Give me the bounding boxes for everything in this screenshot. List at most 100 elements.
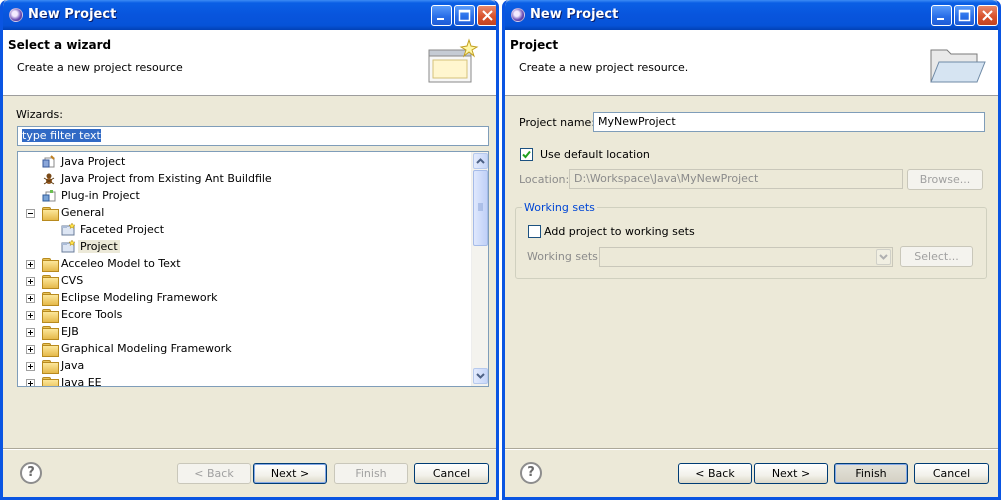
working-sets-combo[interactable] [599, 247, 893, 267]
folder-icon [42, 343, 59, 357]
ant-icon [43, 173, 55, 185]
tree-folder-emf[interactable]: Eclipse Modeling Framework [18, 290, 468, 307]
expand-icon[interactable] [26, 362, 35, 371]
expand-icon[interactable] [26, 311, 35, 320]
browse-button[interactable]: Browse... [907, 169, 983, 190]
tree-folder-java[interactable]: Java [18, 358, 468, 375]
maximize-button[interactable] [454, 5, 475, 26]
tree-folder-general[interactable]: General [18, 205, 468, 222]
next-button[interactable]: Next > [253, 463, 327, 484]
finish-button[interactable]: Finish [834, 463, 908, 484]
cancel-button[interactable]: Cancel [414, 463, 489, 484]
banner-title: Select a wizard [8, 38, 112, 52]
add-to-working-sets-label[interactable]: Add project to working sets [544, 225, 695, 238]
filter-input[interactable]: type filter text [17, 126, 489, 146]
wizards-label: Wizards: [16, 108, 63, 121]
chevron-down-icon [879, 254, 888, 260]
project-name-input[interactable]: MyNewProject [593, 112, 985, 132]
tree-item-label: Eclipse Modeling Framework [61, 291, 218, 304]
title-bar[interactable]: New Project [3, 0, 496, 30]
tree-folder-gmf[interactable]: Graphical Modeling Framework [18, 341, 468, 358]
tree-item-label: General [61, 206, 105, 219]
cancel-button[interactable]: Cancel [914, 463, 989, 484]
window-title: New Project [530, 7, 619, 22]
folder-icon [42, 258, 59, 272]
maximize-icon [458, 9, 471, 22]
finish-button[interactable]: Finish [334, 463, 408, 484]
tree-folder-cvs[interactable]: CVS [18, 273, 468, 290]
tree-item-project[interactable]: Project [18, 239, 468, 256]
close-icon [482, 10, 493, 21]
banner-description: Create a new project resource. [519, 61, 689, 74]
tree-item-label: Java Project [61, 155, 126, 168]
tree-folder-acceleo[interactable]: Acceleo Model to Text [18, 256, 468, 273]
tree-item-label: Graphical Modeling Framework [61, 342, 232, 355]
close-button[interactable] [477, 5, 496, 26]
expand-icon[interactable] [26, 260, 35, 269]
checkmark-icon [522, 150, 531, 159]
maximize-button[interactable] [954, 5, 975, 26]
scroll-up-button[interactable] [473, 153, 488, 169]
project-icon [61, 240, 75, 253]
expand-icon[interactable] [26, 328, 35, 337]
close-button[interactable] [977, 5, 998, 26]
next-button[interactable]: Next > [754, 463, 828, 484]
wizard-banner: Project Create a new project resource. [505, 30, 998, 96]
scroll-thumb[interactable] [473, 170, 488, 246]
maximize-icon [958, 9, 971, 22]
tree-item-ant-project[interactable]: Java Project from Existing Ant Buildfile [18, 171, 468, 188]
plugin-icon [42, 190, 56, 202]
tree-item-label: Ecore Tools [61, 308, 123, 321]
tree-item-plugin-project[interactable]: Plug-in Project [18, 188, 468, 205]
expand-icon[interactable] [26, 379, 35, 386]
folder-icon [42, 377, 59, 386]
wizard-window-icon [428, 38, 479, 83]
eclipse-icon [511, 8, 525, 22]
tree-item-label: Java EE [61, 376, 102, 387]
help-icon[interactable]: ? [520, 462, 542, 484]
title-bar[interactable]: New Project [505, 0, 998, 30]
collapse-icon[interactable] [26, 209, 35, 218]
wizard-tree[interactable]: Java Project Java Project from Existing … [17, 151, 489, 387]
expand-icon[interactable] [26, 277, 35, 286]
help-icon[interactable]: ? [20, 462, 42, 484]
use-default-location-label[interactable]: Use default location [540, 148, 650, 161]
tree-item-label: Faceted Project [80, 223, 165, 236]
tree-item-label: Java Project from Existing Ant Buildfile [61, 172, 272, 185]
project-icon [61, 223, 75, 236]
expand-icon[interactable] [26, 294, 35, 303]
tree-item-label: Project [78, 240, 120, 253]
location-input[interactable]: D:\Workspace\Java\MyNewProject [569, 169, 903, 189]
tree-item-label: EJB [61, 325, 79, 338]
button-bar-separator [3, 448, 496, 450]
add-to-working-sets-checkbox[interactable] [528, 225, 541, 238]
tree-item-faceted-project[interactable]: Faceted Project [18, 222, 468, 239]
tree-item-java-project[interactable]: Java Project [18, 154, 468, 171]
select-button[interactable]: Select... [900, 246, 973, 267]
banner-description: Create a new project resource [17, 61, 183, 74]
back-button[interactable]: < Back [177, 463, 251, 484]
folder-open-icon [930, 49, 986, 83]
combo-dropdown-button[interactable] [876, 249, 891, 265]
scroll-down-button[interactable] [473, 368, 488, 384]
tree-folder-ejb[interactable]: EJB [18, 324, 468, 341]
grip-icon [478, 203, 483, 211]
new-project-page-window: New Project Project Create a new project… [502, 0, 1001, 500]
expand-icon[interactable] [26, 345, 35, 354]
tree-folder-ecore-tools[interactable]: Ecore Tools [18, 307, 468, 324]
minimize-button[interactable] [931, 5, 952, 26]
chevron-down-icon [476, 373, 485, 379]
folder-icon [42, 360, 59, 374]
use-default-location-checkbox[interactable] [520, 148, 533, 161]
folder-icon [42, 292, 59, 306]
minimize-icon [437, 18, 444, 20]
tree-scrollbar[interactable] [471, 152, 488, 386]
new-project-wizard-window: New Project Select a wizard Create a new… [0, 0, 499, 500]
button-bar-separator [505, 448, 998, 450]
eclipse-icon [9, 8, 23, 22]
filter-text: type filter text [22, 129, 101, 142]
tree-folder-java-ee[interactable]: Java EE [18, 375, 468, 387]
back-button[interactable]: < Back [678, 463, 752, 484]
minimize-button[interactable] [431, 5, 452, 26]
minimize-icon [937, 18, 944, 20]
